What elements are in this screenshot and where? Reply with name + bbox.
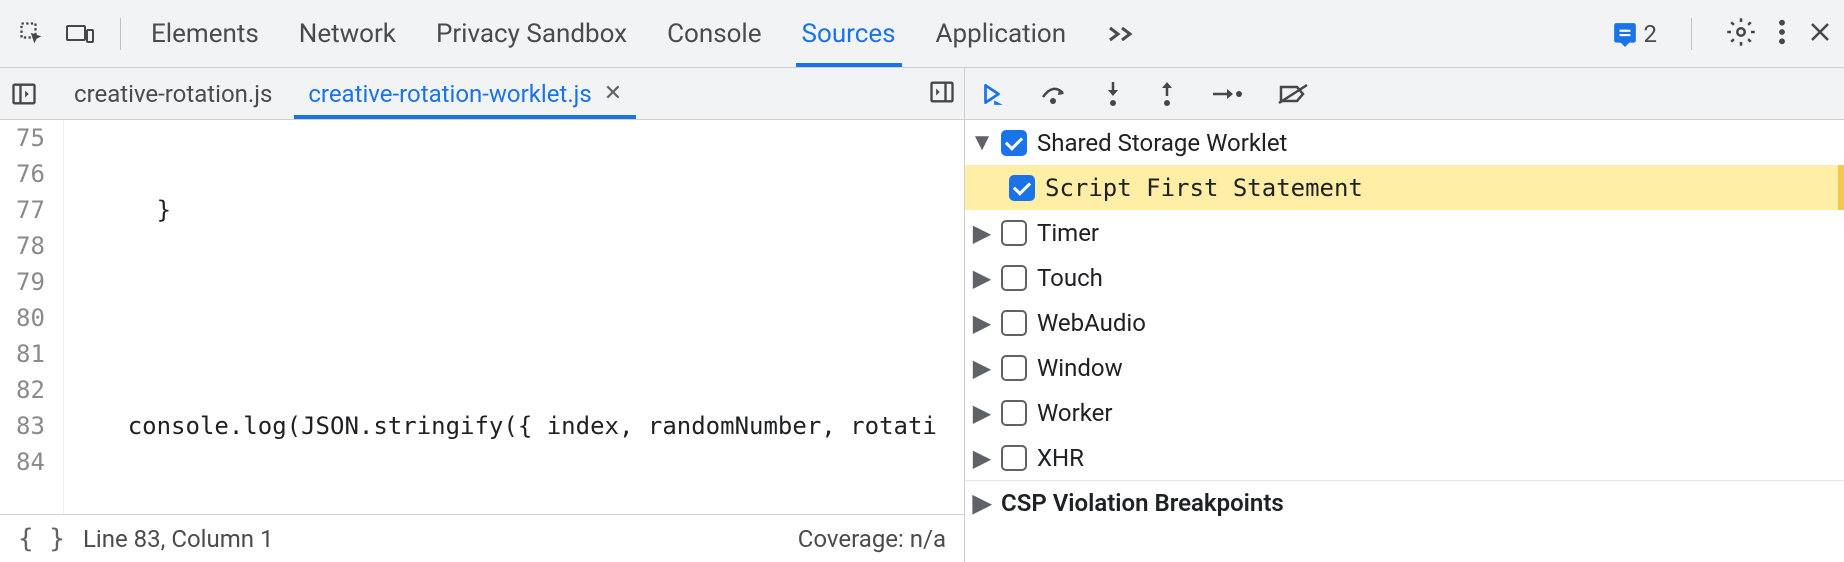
caret-right-icon: ▶ — [973, 354, 991, 382]
checkbox[interactable] — [1001, 220, 1027, 246]
tab-network[interactable]: Network — [299, 0, 396, 67]
checkbox[interactable] — [1001, 265, 1027, 291]
line-gutter: 75 76 77 78 79 80 81 82 83 84 — [0, 120, 64, 514]
toolbar-divider — [1691, 18, 1692, 50]
caret-right-icon: ▶ — [973, 219, 991, 247]
resume-icon[interactable] — [979, 81, 1005, 107]
editor-status-bar: { } Line 83, Column 1 Coverage: n/a — [0, 514, 964, 562]
checkbox[interactable] — [1001, 130, 1027, 156]
tab-privacy-sandbox[interactable]: Privacy Sandbox — [436, 0, 627, 67]
tab-console[interactable]: Console — [667, 0, 761, 67]
step-out-icon[interactable] — [1157, 80, 1177, 108]
more-options-icon[interactable] — [1778, 18, 1786, 50]
checkbox[interactable] — [1001, 400, 1027, 426]
caret-right-icon: ▶ — [973, 444, 991, 472]
bp-group-timer[interactable]: ▶ Timer — [965, 210, 1844, 255]
navigator-toggle-icon[interactable] — [8, 78, 40, 110]
checkbox[interactable] — [1001, 355, 1027, 381]
debugger-toolbar — [965, 68, 1844, 120]
close-icon[interactable]: ✕ — [604, 81, 622, 106]
code-content[interactable]: } console.log(JSON.stringify({ index, ra… — [64, 120, 964, 514]
tab-application[interactable]: Application — [936, 0, 1067, 67]
bp-section-csp-violation[interactable]: ▶ CSP Violation Breakpoints — [965, 480, 1844, 525]
bp-group-xhr[interactable]: ▶ XHR — [965, 435, 1844, 480]
main-toolbar: Elements Network Privacy Sandbox Console… — [0, 0, 1844, 68]
deactivate-breakpoints-icon[interactable] — [1277, 81, 1309, 107]
tab-elements[interactable]: Elements — [151, 0, 259, 67]
checkbox[interactable] — [1009, 175, 1035, 201]
cursor-position: Line 83, Column 1 — [83, 525, 273, 553]
caret-down-icon: ▼ — [973, 128, 991, 157]
checkbox[interactable] — [1001, 310, 1027, 336]
caret-right-icon: ▶ — [973, 489, 991, 517]
file-tabs: creative-rotation.js creative-rotation-w… — [0, 68, 964, 120]
bp-group-worker[interactable]: ▶ Worker — [965, 390, 1844, 435]
caret-right-icon: ▶ — [973, 264, 991, 292]
panel-tabs: Elements Network Privacy Sandbox Console… — [151, 0, 1134, 67]
file-tab-label: creative-rotation-worklet.js — [308, 80, 591, 108]
toolbar-divider — [120, 18, 121, 50]
code-editor[interactable]: 75 76 77 78 79 80 81 82 83 84 } console.… — [0, 120, 964, 514]
inspect-element-icon[interactable] — [12, 14, 52, 54]
breakpoints-panel: ▼ Shared Storage Worklet Script First St… — [965, 120, 1844, 562]
step-over-icon[interactable] — [1039, 81, 1069, 107]
settings-icon[interactable] — [1726, 17, 1756, 51]
bp-group-touch[interactable]: ▶ Touch — [965, 255, 1844, 300]
issues-count: 2 — [1644, 20, 1658, 48]
bp-group-label: Worker — [1037, 399, 1113, 427]
close-icon[interactable] — [1808, 20, 1832, 48]
bp-item-script-first-statement[interactable]: Script First Statement — [965, 165, 1844, 210]
caret-right-icon: ▶ — [973, 399, 991, 427]
tabs-overflow-icon[interactable] — [1106, 0, 1134, 67]
debugger-pane: ▼ Shared Storage Worklet Script First St… — [965, 68, 1844, 562]
bp-group-label: XHR — [1037, 444, 1084, 472]
tab-sources[interactable]: Sources — [802, 0, 896, 67]
step-icon[interactable] — [1211, 84, 1243, 104]
pretty-print-icon[interactable]: { } — [18, 524, 65, 554]
bp-item-label: Script First Statement — [1045, 174, 1363, 202]
coverage-status: Coverage: n/a — [798, 525, 946, 553]
file-tab-creative-rotation-worklet[interactable]: creative-rotation-worklet.js ✕ — [290, 68, 640, 119]
checkbox[interactable] — [1001, 445, 1027, 471]
bp-group-shared-storage-worklet[interactable]: ▼ Shared Storage Worklet — [965, 120, 1844, 165]
caret-right-icon: ▶ — [973, 309, 991, 337]
section-label: CSP Violation Breakpoints — [1001, 489, 1284, 517]
step-into-icon[interactable] — [1103, 80, 1123, 108]
debugger-toggle-icon[interactable] — [928, 78, 956, 110]
device-toggle-icon[interactable] — [60, 14, 100, 54]
file-tab-label: creative-rotation.js — [74, 80, 272, 108]
file-tab-creative-rotation[interactable]: creative-rotation.js — [56, 68, 290, 119]
bp-group-window[interactable]: ▶ Window — [965, 345, 1844, 390]
bp-group-label: WebAudio — [1037, 309, 1146, 337]
bp-group-label: Touch — [1037, 264, 1103, 292]
bp-group-label: Shared Storage Worklet — [1037, 129, 1287, 157]
sources-editor-pane: creative-rotation.js creative-rotation-w… — [0, 68, 965, 562]
bp-group-webaudio[interactable]: ▶ WebAudio — [965, 300, 1844, 345]
bp-group-label: Timer — [1037, 219, 1099, 247]
issues-button[interactable]: 2 — [1612, 20, 1658, 48]
bp-group-label: Window — [1037, 354, 1123, 382]
